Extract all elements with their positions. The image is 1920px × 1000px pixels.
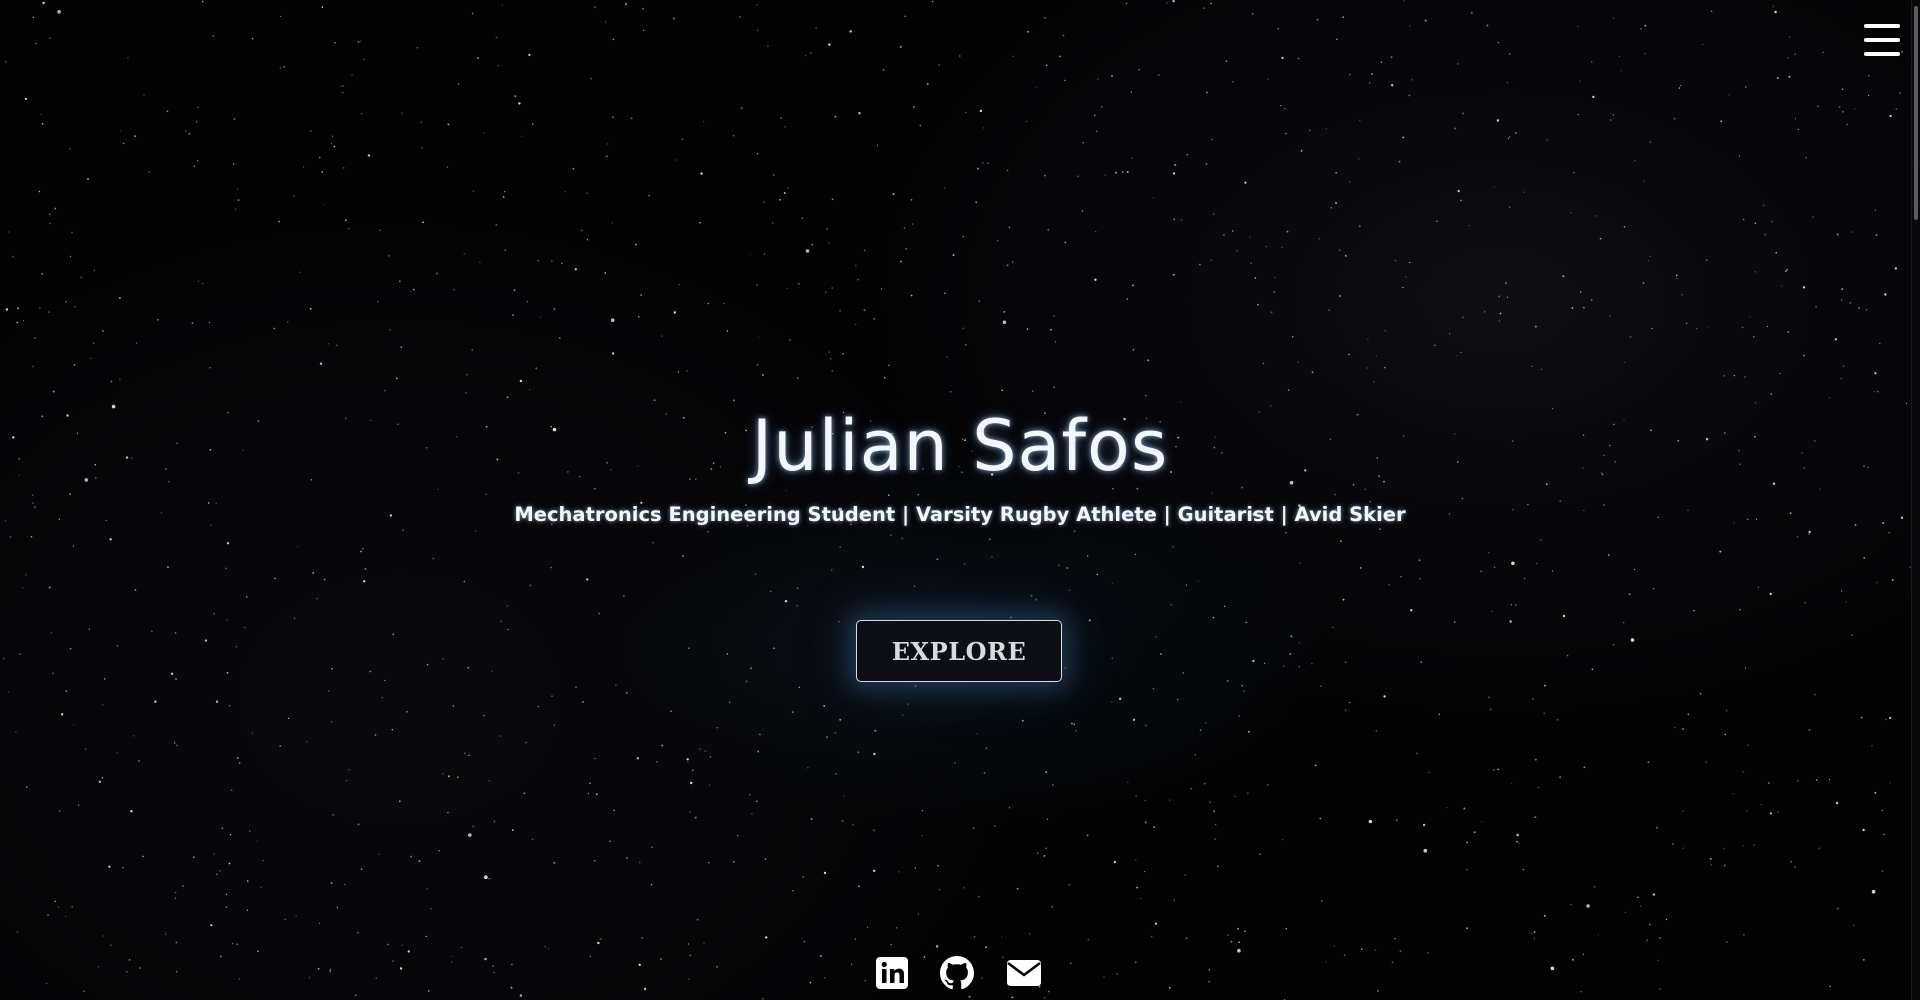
github-icon[interactable] xyxy=(940,956,974,990)
menu-bar-bottom xyxy=(1864,52,1900,56)
hero-page: Julian Safos Mechatronics Engineering St… xyxy=(0,0,1920,1000)
email-icon[interactable] xyxy=(1006,958,1042,988)
hero-section: Julian Safos Mechatronics Engineering St… xyxy=(0,400,1920,528)
menu-bar-middle xyxy=(1864,38,1900,42)
social-links xyxy=(875,956,1047,990)
menu-bar-top xyxy=(1864,24,1900,28)
hamburger-menu-icon[interactable] xyxy=(1864,24,1900,58)
hero-subtitle: Mechatronics Engineering Student | Varsi… xyxy=(514,503,1406,526)
hero-title: Julian Safos xyxy=(751,405,1169,487)
explore-button[interactable]: EXPLORE xyxy=(856,620,1062,682)
scrollbar-thumb[interactable] xyxy=(1914,6,1918,220)
linkedin-icon[interactable] xyxy=(875,956,909,990)
